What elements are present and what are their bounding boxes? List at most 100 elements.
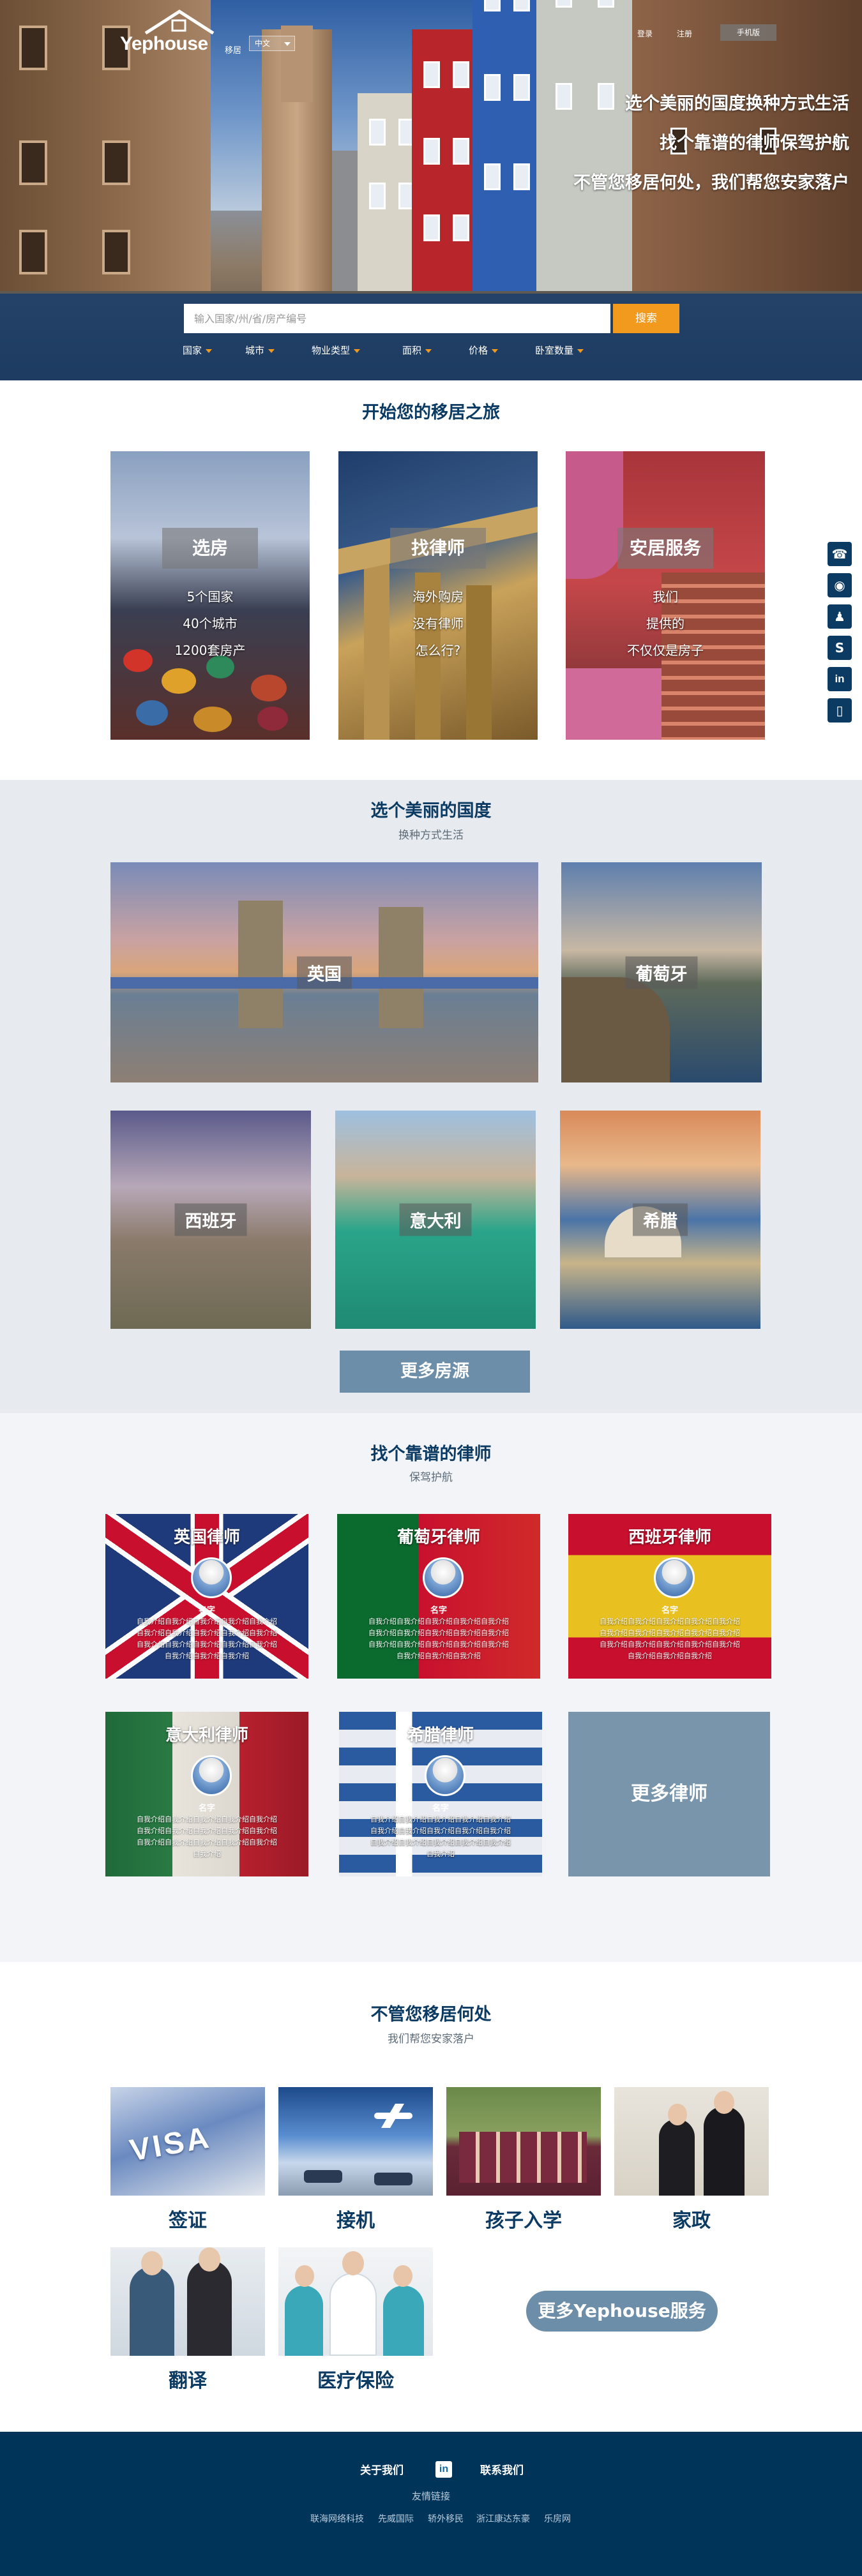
chevron-down-icon	[354, 348, 361, 353]
countries-section-title: 选个美丽的国度	[370, 801, 492, 821]
service-image-housekeeping[interactable]	[614, 2087, 769, 2196]
service-label-medical-insurance[interactable]: 医疗保险	[278, 2365, 433, 2393]
service-image-pickup[interactable]	[278, 2087, 433, 2196]
lawyer-card-italy[interactable]: 意大利律师 名字 自我介绍自我介绍自我介绍自我介绍自我介绍自我介绍自我介绍自我介…	[105, 1712, 308, 1876]
hero-banner: Yephouse 移居 中文 登录 注册 手机版 选个美丽的国度换种方式生活 找…	[0, 0, 862, 380]
footer-partner-link[interactable]: 先威国际	[378, 2512, 414, 2525]
journey-card-label: 找律师	[390, 528, 486, 569]
mobile-icon[interactable]: ▯	[828, 698, 852, 723]
country-tile-portugal[interactable]: 葡萄牙	[561, 862, 762, 1082]
avatar	[191, 1557, 232, 1598]
footer-partner-link[interactable]: 轿外移民	[428, 2512, 464, 2525]
country-name: 英国	[297, 956, 352, 989]
lawyers-section-title: 找个靠谱的律师	[370, 1444, 492, 1464]
journey-card-settle[interactable]: 安居服务 我们 提供的 不仅仅是房子	[566, 451, 765, 740]
language-value: 中文	[255, 39, 271, 48]
journey-card-lawyers[interactable]: 找律师 海外购房 没有律师 怎么行?	[338, 451, 538, 740]
service-image-school[interactable]	[446, 2087, 601, 2196]
avatar	[654, 1557, 695, 1598]
lawyer-card-greece[interactable]: 希腊律师 名字 自我介绍自我介绍自我介绍自我介绍自我介绍自我介绍自我介绍自我介绍…	[339, 1712, 542, 1876]
lawyer-name: 名字	[432, 1804, 449, 1813]
filter-bedrooms[interactable]: 卧室数量	[535, 343, 584, 357]
qq-icon[interactable]: ♟	[828, 604, 852, 629]
service-label-housekeeping[interactable]: 家政	[614, 2205, 769, 2233]
logo-subtitle: 移居	[225, 46, 242, 56]
journey-card-line: 没有律师	[412, 616, 464, 631]
more-lawyers-button[interactable]: 更多律师	[568, 1712, 770, 1876]
lawyer-title: 希腊律师	[407, 1726, 474, 1745]
more-houses-button[interactable]: 更多房源	[340, 1351, 530, 1393]
footer-partner-link[interactable]: 浙江康达东豪	[476, 2512, 530, 2525]
services-section-title: 不管您移居何处	[370, 2005, 492, 2025]
service-image-translation[interactable]	[110, 2247, 265, 2356]
wechat-icon[interactable]: ◉	[828, 573, 852, 597]
hero-slogan-3: 不管您移居何处，我们帮您安家落户	[573, 173, 849, 193]
service-label-visa[interactable]: 签证	[110, 2205, 265, 2233]
footer-about-link[interactable]: 关于我们	[360, 2461, 404, 2477]
service-image-medical-insurance[interactable]	[278, 2247, 433, 2356]
language-select[interactable]: 中文	[249, 36, 295, 51]
lawyers-section-subtitle: 保驾护航	[409, 1471, 453, 1484]
country-tile-uk[interactable]: 英国	[110, 862, 538, 1082]
country-name: 西班牙	[174, 1203, 247, 1236]
lawyer-title: 英国律师	[173, 1528, 240, 1547]
country-name: 希腊	[633, 1203, 688, 1236]
chevron-down-icon	[206, 348, 213, 353]
lawyer-card-portugal[interactable]: 葡萄牙律师 名字 自我介绍自我介绍自我介绍自我介绍自我介绍自我介绍自我介绍自我介…	[337, 1514, 540, 1679]
journey-card-line: 5个国家	[186, 589, 234, 604]
search-button[interactable]: 搜索	[613, 304, 679, 333]
linkedin-icon[interactable]: in	[435, 2461, 452, 2478]
country-tile-spain[interactable]: 西班牙	[110, 1111, 311, 1329]
avatar	[191, 1755, 232, 1796]
filter-country[interactable]: 国家	[183, 343, 213, 357]
footer-partner-link[interactable]: 乐房网	[544, 2512, 571, 2525]
country-name: 意大利	[399, 1203, 472, 1236]
filter-area[interactable]: 面积	[402, 343, 432, 357]
more-services-button[interactable]: 更多Yephouse服务	[526, 2291, 718, 2332]
journey-card-line: 不仅仅是房子	[627, 643, 704, 658]
lawyer-title: 葡萄牙律师	[397, 1528, 480, 1547]
journey-section-title: 开始您的移居之旅	[362, 403, 500, 423]
country-tile-greece[interactable]: 希腊	[560, 1111, 760, 1329]
service-image-visa[interactable]: VISA	[110, 2087, 265, 2196]
lawyer-card-spain[interactable]: 西班牙律师 名字 自我介绍自我介绍自我介绍自我介绍自我介绍自我介绍自我介绍自我介…	[568, 1514, 771, 1679]
footer-partner-link[interactable]: 联海网络科技	[310, 2512, 364, 2525]
service-label-translation[interactable]: 翻译	[110, 2365, 265, 2393]
linkedin-icon[interactable]: in	[828, 667, 852, 691]
site-logo[interactable]: Yephouse	[120, 33, 208, 55]
journey-card-label: 选房	[162, 528, 258, 569]
mobile-version-button[interactable]: 手机版	[720, 24, 776, 41]
lawyer-description: 自我介绍自我介绍自我介绍自我介绍自我介绍自我介绍自我介绍自我介绍自我介绍自我介绍…	[370, 1815, 511, 1858]
search-bar: 搜索 国家 城市 物业类型 面积 价格 卧室数量	[0, 294, 862, 380]
chevron-down-icon	[577, 348, 584, 353]
journey-card-houses[interactable]: 选房 5个国家 40个城市 1200套房产	[110, 451, 310, 740]
lawyer-description: 自我介绍自我介绍自我介绍自我介绍自我介绍自我介绍自我介绍自我介绍自我介绍自我介绍…	[137, 1617, 277, 1660]
filter-price[interactable]: 价格	[469, 343, 499, 357]
skype-icon[interactable]: S	[828, 636, 852, 660]
journey-card-line: 1200套房产	[174, 643, 246, 658]
chevron-down-icon	[284, 42, 291, 46]
journey-card-label: 安居服务	[617, 528, 713, 569]
filter-property-type[interactable]: 物业类型	[312, 343, 361, 357]
journey-card-line: 40个城市	[183, 616, 238, 631]
lawyer-title: 西班牙律师	[628, 1528, 711, 1547]
site-footer: 关于我们 in 联系我们 友情链接 联海网络科技 先威国际 轿外移民 浙江康达东…	[0, 2432, 862, 2576]
chevron-down-icon	[268, 348, 275, 353]
phone-icon[interactable]: ☎	[828, 542, 852, 566]
login-link[interactable]: 登录	[637, 28, 653, 39]
register-link[interactable]: 注册	[677, 28, 692, 39]
lawyer-name: 名字	[430, 1606, 447, 1615]
footer-friend-links-title: 友情链接	[411, 2490, 450, 2502]
service-label-school[interactable]: 孩子入学	[446, 2205, 601, 2233]
service-label-pickup[interactable]: 接机	[278, 2205, 433, 2233]
lawyer-card-uk[interactable]: 英国律师 名字 自我介绍自我介绍自我介绍自我介绍自我介绍自我介绍自我介绍自我介绍…	[105, 1514, 308, 1679]
lawyer-name: 名字	[198, 1804, 215, 1813]
country-tile-italy[interactable]: 意大利	[335, 1111, 536, 1329]
search-input[interactable]	[184, 304, 610, 333]
filter-city[interactable]: 城市	[245, 343, 275, 357]
countries-section-subtitle: 换种方式生活	[398, 829, 464, 842]
lawyer-name: 名字	[661, 1606, 678, 1615]
chevron-down-icon	[425, 348, 432, 353]
footer-contact-link[interactable]: 联系我们	[480, 2461, 524, 2477]
lawyer-title: 意大利律师	[165, 1726, 248, 1745]
